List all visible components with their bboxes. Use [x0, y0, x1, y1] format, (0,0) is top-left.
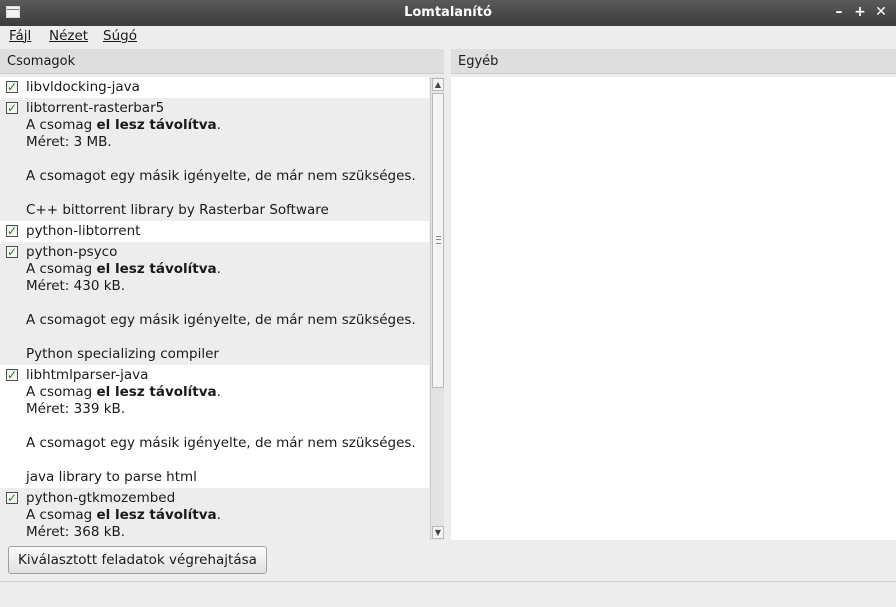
arrow-up-icon[interactable]: ▲ — [432, 78, 444, 91]
package-row[interactable]: ✓ libtorrent-rasterbar5 A csomag el lesz t… — [0, 98, 429, 221]
package-checkbox[interactable]: ✓ — [6, 225, 18, 237]
removal-suffix: . — [216, 117, 221, 133]
menu-view[interactable]: Nézet — [49, 28, 88, 44]
package-name: libtorrent-rasterbar5 — [26, 100, 165, 116]
package-description: Python specializing compiler — [26, 346, 219, 362]
removal-note: A csomag el lesz távolítva. — [26, 384, 429, 401]
removal-prefix: A csomag — [26, 261, 97, 277]
package-checkbox[interactable]: ✓ — [6, 246, 18, 258]
removal-emphasis: el lesz távolítva — [96, 261, 217, 277]
other-column-header[interactable]: Egyéb — [451, 49, 896, 74]
removal-note: A csomag el lesz távolítva. — [26, 261, 429, 278]
removal-prefix: A csomag — [26, 117, 97, 133]
removal-emphasis: el lesz távolítva — [96, 507, 217, 523]
package-row[interactable]: ✓ libvldocking-java — [0, 77, 429, 98]
removal-reason: A csomagot egy másik igényelte, de már n… — [26, 312, 416, 328]
package-size: Méret: 3 MB. — [26, 134, 112, 150]
removal-reason: A csomagot egy másik igényelte, de már n… — [26, 168, 416, 184]
menu-help[interactable]: Súgó — [103, 28, 137, 44]
package-size: Méret: 430 kB. — [26, 278, 126, 294]
package-checkbox[interactable]: ✓ — [6, 492, 18, 504]
package-checkbox[interactable]: ✓ — [6, 102, 18, 114]
removal-emphasis: el lesz távolítva — [96, 117, 217, 133]
maximize-button[interactable]: + — [851, 3, 869, 21]
removal-suffix: . — [216, 384, 221, 400]
details-pane — [451, 77, 896, 540]
package-checkbox[interactable]: ✓ — [6, 369, 18, 381]
status-bar — [0, 581, 896, 607]
removal-prefix: A csomag — [26, 384, 97, 400]
package-row[interactable]: ✓ python-libtorrent — [0, 221, 429, 242]
execute-selected-button[interactable]: Kiválasztott feladatok végrehajtása — [8, 546, 267, 574]
arrow-down-icon[interactable]: ▼ — [432, 526, 444, 539]
title-bar: Lomtalanító – + ✕ — [0, 0, 896, 26]
package-row[interactable]: ✓ libhtmlparser-java A csomag el lesz távo… — [0, 365, 429, 488]
removal-prefix: A csomag — [26, 507, 97, 523]
removal-note: A csomag el lesz távolítva. — [26, 117, 429, 134]
package-checkbox[interactable]: ✓ — [6, 81, 18, 93]
grip-icon — [436, 236, 441, 244]
package-name: libvldocking-java — [26, 79, 140, 95]
scrollbar-thumb[interactable] — [432, 93, 444, 388]
package-description: C++ bittorrent library by Rasterbar Soft… — [26, 202, 329, 218]
package-size: Méret: 368 kB. — [26, 524, 126, 540]
close-button[interactable]: ✕ — [872, 3, 890, 21]
package-row[interactable]: ✓ python-psyco A csomag el lesz távolítva.… — [0, 242, 429, 365]
package-size: Méret: 339 kB. — [26, 401, 126, 417]
package-row[interactable]: ✓ python-gtkmozembed A csomag el lesz távo… — [0, 488, 429, 540]
menu-file[interactable]: Fájl — [9, 28, 31, 44]
packages-column-header[interactable]: Csomagok — [0, 49, 444, 74]
minimize-button[interactable]: – — [830, 3, 848, 21]
package-name: python-psyco — [26, 244, 118, 260]
pane-separator[interactable] — [444, 49, 451, 540]
removal-reason: A csomagot egy másik igényelte, de már n… — [26, 435, 416, 451]
package-name: libhtmlparser-java — [26, 367, 149, 383]
removal-suffix: . — [216, 261, 221, 277]
vertical-scrollbar[interactable]: ▲ ▼ — [430, 77, 444, 540]
removal-note: A csomag el lesz távolítva. — [26, 507, 429, 524]
package-name: python-gtkmozembed — [26, 490, 176, 506]
package-description: java library to parse html — [26, 469, 197, 485]
removal-suffix: . — [216, 507, 221, 523]
removal-emphasis: el lesz távolítva — [96, 384, 217, 400]
package-list[interactable]: ✓ libvldocking-java ✓ libtorrent-rasterbar5… — [0, 77, 429, 540]
package-name: python-libtorrent — [26, 223, 141, 239]
window-title: Lomtalanító — [404, 5, 492, 20]
menu-bar: Fájl Nézet Súgó — [0, 26, 896, 48]
